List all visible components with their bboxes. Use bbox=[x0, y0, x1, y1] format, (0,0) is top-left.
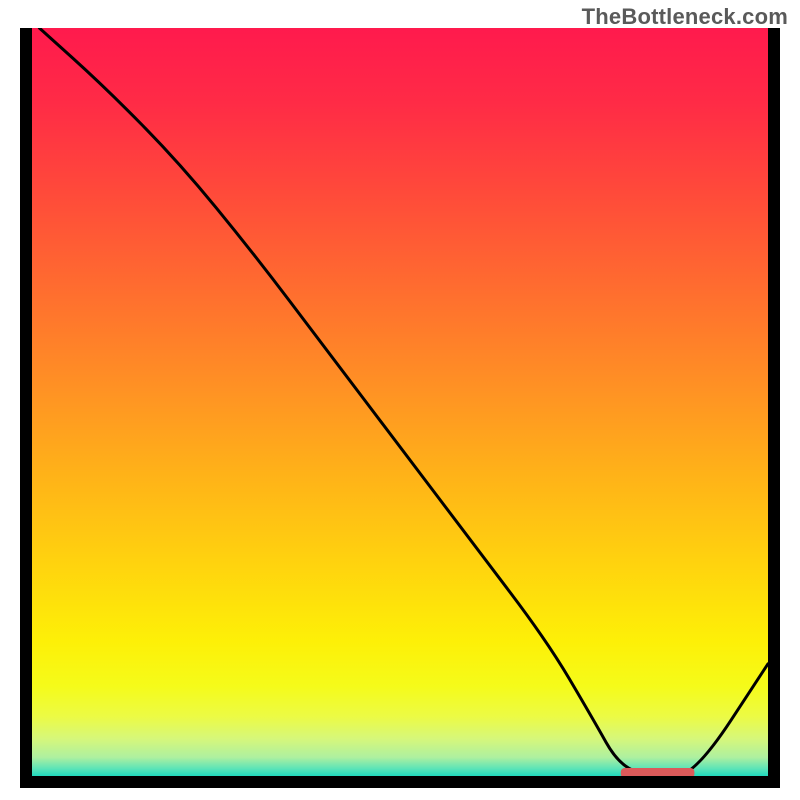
gradient-background bbox=[26, 28, 774, 776]
chart-svg bbox=[20, 28, 780, 788]
plot-area bbox=[20, 28, 780, 788]
watermark-text: TheBottleneck.com bbox=[582, 4, 788, 30]
chart-stage: TheBottleneck.com bbox=[0, 0, 800, 800]
